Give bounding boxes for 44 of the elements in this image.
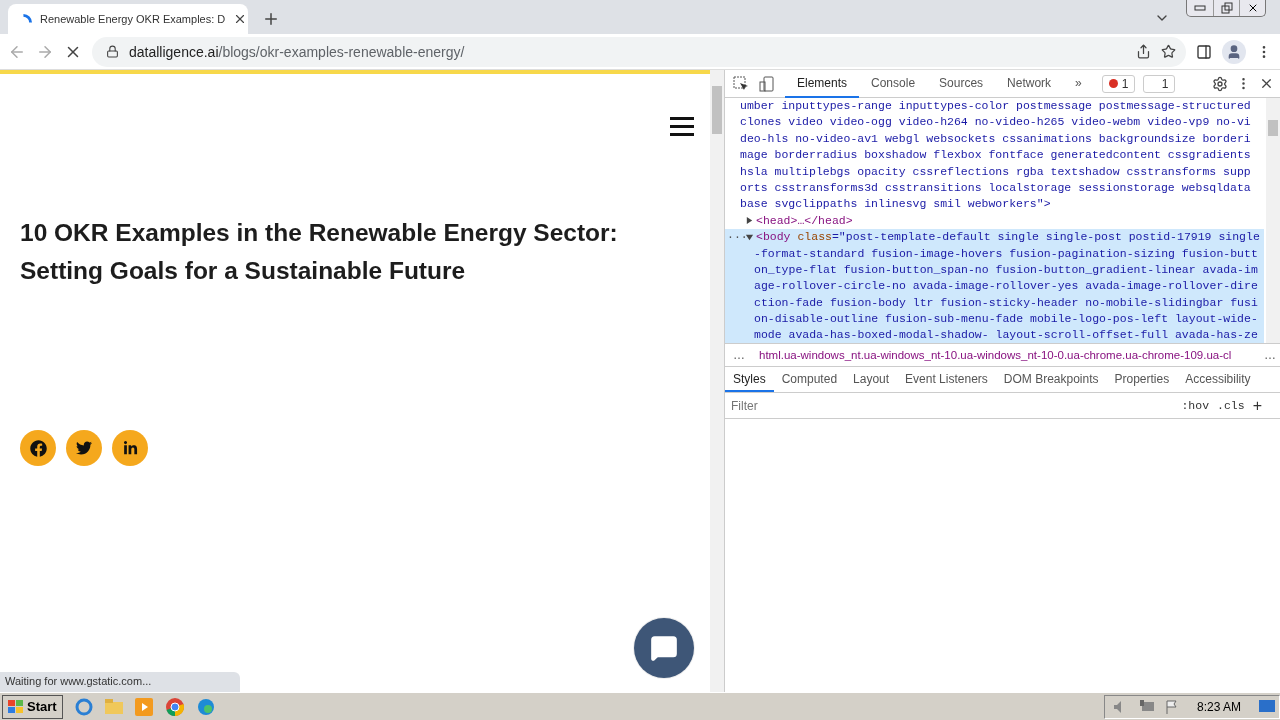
code-line: <body class="post-template-default single single-post postid-17919 single [756, 229, 1260, 246]
new-rule-button[interactable]: + [1252, 396, 1262, 415]
devtools-tab[interactable]: Console [859, 69, 928, 98]
styles-pane-tab[interactable]: Styles [725, 367, 774, 392]
code-line: orts csstransforms3d csstransitions localstorage sessionstorage websqldata [739, 179, 1252, 196]
styles-pane-tab[interactable]: Event Listeners [897, 367, 996, 392]
ellipsis-button[interactable]: ··· [727, 229, 745, 246]
code-line: deo-hls no-video-av1 webgl websockets cssanimations backgroundsize borderi [739, 130, 1252, 147]
code-line: on-disable-outline fusion-sub-menu-fade mobile-logo-pos-left layout-wide- [753, 311, 1259, 328]
clock-text: 8:23 AM [1196, 699, 1241, 714]
more-tabs-button[interactable]: » [1063, 69, 1094, 98]
browser-tab[interactable]: Renewable Energy OKR Examples: D [8, 4, 248, 34]
styles-pane-tab[interactable]: Computed [773, 367, 846, 392]
error-counter[interactable]: 1 [1101, 74, 1136, 93]
styles-pane-tab[interactable]: Properties [1106, 367, 1178, 392]
styles-pane-tab[interactable]: DOM Breakpoints [995, 367, 1107, 392]
ellipsis-button[interactable]: … [1264, 348, 1276, 362]
code-line: ction-fade fusion-body ltr fusion-sticky-header no-mobile-slidingbar fusi [753, 294, 1259, 311]
start-button[interactable]: Start [2, 694, 63, 719]
code-line: <head>…</head> [756, 212, 853, 229]
devtools-tab[interactable]: Network [995, 69, 1064, 98]
code-line: base svgclippaths inlinesvg smil webworkers"> [739, 196, 1052, 213]
article-heading: 10 OKR Examples in the Renewable Energy Sector: Setting Goals for a Sustainable Future [20, 218, 619, 286]
address-bar[interactable]: datalligence.ai/blogs/okr-examples-renewable-energy/ [92, 36, 1186, 67]
code-line: age-rollover-circle-no avada-image-rollover-yes avada-image-rollover-dire [753, 278, 1259, 295]
code-line: clones video video-ogg video-h264 no-video-h265 video-webm video-vp9 no-vi [739, 114, 1252, 131]
code-line: umber inputtypes-range inputtypes-color postmessage postmessage-structured [739, 98, 1252, 114]
code-line: mode avada-has-boxed-modal-shadow- layout-scroll-offset-full avada-has-ze [753, 327, 1259, 343]
code-line: on_type-flat fusion-button_span-no fusion-button_gradient-linear avada-im [753, 261, 1259, 278]
url-text: datalligence.ai/blogs/okr-examples-renewable-energy/ [129, 43, 466, 60]
status-text: Waiting for www.gstatic.com... [0, 672, 240, 692]
code-line: hsla multiplebgs opacity cssreflections rgba textshadow csstransforms supp [739, 163, 1252, 180]
devtools-tab[interactable]: Sources [927, 69, 996, 98]
cls-button[interactable]: .cls [1217, 399, 1245, 412]
styles-pane-tab[interactable]: Accessibility [1177, 367, 1259, 392]
devtools-tab[interactable]: Elements [785, 69, 860, 98]
issues-counter[interactable]: 1 [1143, 74, 1176, 93]
code-line: -format-standard fusion-image-hovers fusion-pagination-sizing fusion-butt [753, 245, 1259, 262]
hov-button[interactable]: :hov [1181, 399, 1210, 412]
tab-title: Renewable Energy OKR Examples: D [40, 13, 226, 25]
ellipsis-button[interactable]: … [733, 348, 745, 362]
code-line: mage borderradius boxshadow flexbox fontface generatedcontent cssgradients [739, 147, 1252, 164]
breadcrumb-path[interactable]: html.ua-windows_nt.ua-windows_nt-10.ua-windows_nt-10-0.ua-chrome.ua-chrome-109.ua-cl [759, 349, 1232, 361]
styles-pane-tab[interactable]: Layout [845, 367, 898, 392]
